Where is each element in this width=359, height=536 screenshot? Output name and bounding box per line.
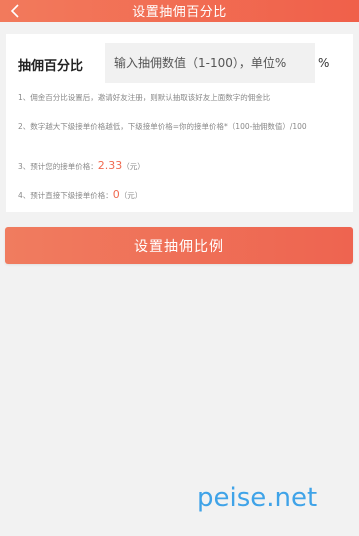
commission-row: 抽佣百分比 %: [6, 42, 353, 84]
commission-input[interactable]: [105, 43, 315, 83]
page-title: 设置抽佣百分比: [132, 4, 227, 20]
note-3-prefix: 3、预计您的接单价格：: [18, 162, 98, 171]
unit-label: %: [318, 56, 330, 70]
commission-label: 抽佣百分比: [18, 59, 84, 74]
set-commission-button[interactable]: 设置抽佣比例: [5, 227, 353, 264]
watermark: peise.net: [197, 483, 318, 513]
note-3-suffix: （元）: [122, 162, 145, 171]
note-3: 3、预计您的接单价格：2.33（元）: [18, 160, 344, 172]
note-2: 2、数字越大下级接单价格越低，下级接单价格=你的接单价格*（100-抽佣数值）/…: [18, 122, 307, 131]
note-4-prefix: 4、预计直接下级接单价格：: [18, 191, 113, 200]
sub-price-value: 0: [112, 188, 120, 201]
note-4-suffix: （元）: [119, 191, 143, 200]
note-4: 4、预计直接下级接单价格：0（元）: [18, 189, 344, 201]
back-button[interactable]: [6, 0, 24, 22]
top-bar: 设置抽佣百分比: [0, 0, 359, 22]
settings-card: 抽佣百分比 % 1、佣金百分比设置后，邀请好友注册，则默认抽取该好友上面数字的佣…: [6, 34, 353, 212]
chevron-left-icon: [10, 4, 20, 18]
note-1: 1、佣金百分比设置后，邀请好友注册，则默认抽取该好友上面数字的佣金比: [18, 93, 271, 102]
your-price-value: 2.33: [97, 159, 123, 172]
